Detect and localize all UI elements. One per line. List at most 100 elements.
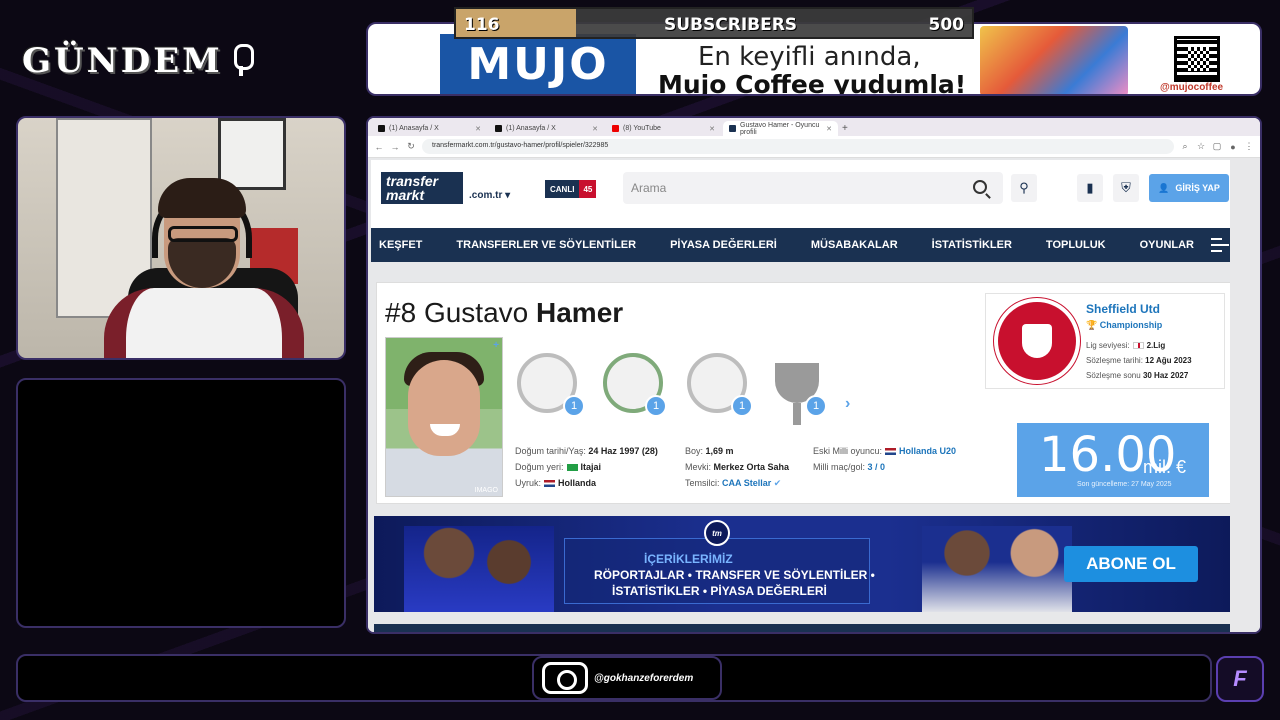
league-link[interactable]: 🏆 Championship <box>1086 320 1162 331</box>
domain-selector[interactable]: .com.tr ▾ <box>469 190 510 201</box>
club-name-link[interactable]: Sheffield Utd <box>1086 302 1160 316</box>
x-icon <box>378 125 385 132</box>
chevron-right-icon[interactable]: › <box>845 395 850 413</box>
promo-players-right <box>922 526 1072 612</box>
tab-label: (1) Anasayfa / X <box>506 125 556 132</box>
netherlands-flag-icon <box>885 448 897 456</box>
promo-banner[interactable]: tm İÇERİKLERİMİZ RÖPORTAJLAR • TRANSFER … <box>374 516 1232 612</box>
ad-tagline-1: En keyifli anında, <box>698 42 921 72</box>
show-title: GÜNDEM <box>22 41 223 81</box>
main-nav: KEŞFET TRANSFERLER VE SÖYLENTİLER PİYASA… <box>371 228 1230 262</box>
promo-heading: İÇERİKLERİMİZ <box>644 552 733 566</box>
page-footer-strip <box>374 624 1232 632</box>
channel-logo: F <box>1216 656 1264 702</box>
tab-youtube[interactable]: (8) YouTube ✕ <box>606 121 721 136</box>
contract-expires-value: 30 Haz 2027 <box>1142 371 1189 380</box>
shield-icon[interactable]: ⛨ <box>1113 174 1139 202</box>
former-intl-link[interactable]: Hollanda U20 <box>899 446 956 456</box>
search-input[interactable]: Arama <box>623 172 1003 204</box>
bookmark-icon[interactable]: ▮ <box>1077 174 1103 202</box>
joined-label: Sözleşme tarihi: <box>1086 356 1143 365</box>
close-tab-icon[interactable]: ✕ <box>475 125 481 133</box>
webcam-feed <box>16 116 346 360</box>
logo-line-2: markt <box>386 187 425 203</box>
subscriber-goal: 500 <box>928 15 965 35</box>
dob-value: 24 Haz 1997 (28) <box>588 446 658 456</box>
promo-players-left <box>404 526 554 612</box>
nav-market-values[interactable]: PİYASA DEĞERLERİ <box>653 239 794 251</box>
nav-transfers[interactable]: TRANSFERLER VE SÖYLENTİLER <box>439 239 653 251</box>
photo-credit: IMAGO <box>474 487 498 494</box>
chevron-down-icon: ▾ <box>505 190 511 201</box>
nationality-label: Uyruk: <box>515 478 542 488</box>
facts-column-3: Eski Milli oyuncu: Hollanda U20 Milli maç… <box>813 443 956 475</box>
extensions-icon[interactable]: ▢ <box>1212 141 1222 152</box>
site-header: transfer markt .com.tr ▾ CANLI 45 Arama ⚲ … <box>371 160 1230 228</box>
ad-instagram-handle: @mujocoffee <box>1160 82 1224 93</box>
live-label: CANLI <box>550 184 575 194</box>
chat-panel <box>16 378 346 628</box>
player-last-name: Hamer <box>536 297 624 328</box>
url-field[interactable]: transfermarkt.com.tr/gustavo-hamer/profi… <box>422 139 1174 154</box>
contract-expires-label: Sözleşme sonu <box>1086 371 1141 380</box>
sheffield-united-crest-icon[interactable] <box>994 298 1080 384</box>
reload-icon[interactable]: ↻ <box>406 141 416 152</box>
user-search-icon[interactable]: ⚲ <box>1011 174 1037 202</box>
tab-transfermarkt[interactable]: Gustavo Hamer - Oyuncu profili ✕ <box>723 121 838 136</box>
caps-label: Milli maç/gol: <box>813 462 866 472</box>
netherlands-flag-icon <box>544 480 556 488</box>
nav-games[interactable]: OYUNLAR <box>1123 239 1211 251</box>
profile-icon[interactable]: ● <box>1228 142 1238 152</box>
brazil-flag-icon <box>566 464 578 472</box>
close-tab-icon[interactable]: ✕ <box>826 125 832 133</box>
joined-value: 12 Ağu 2023 <box>1145 356 1192 365</box>
hamburger-menu-icon[interactable] <box>1211 238 1229 252</box>
transfermarkt-logo[interactable]: transfer markt <box>381 172 463 204</box>
player-number: #8 <box>385 297 417 328</box>
close-tab-icon[interactable]: ✕ <box>592 125 598 133</box>
trophy-count-badge: 1 <box>731 395 753 417</box>
subscribe-button[interactable]: ABONE OL <box>1064 546 1198 582</box>
transfermarkt-icon <box>729 125 736 132</box>
promo-line-1: RÖPORTAJLAR • TRANSFER VE SÖYLENTİLER • <box>594 568 875 582</box>
search-icon[interactable] <box>973 180 987 194</box>
height-value: 1,69 m <box>705 446 734 456</box>
dob-label: Doğum tarihi/Yaş: <box>515 446 586 456</box>
close-tab-icon[interactable]: ✕ <box>709 125 715 133</box>
market-value-box[interactable]: 16.00 mil. € Son güncelleme: 27 May 2025 <box>1017 423 1209 497</box>
contract-info: Lig seviyesi: 2.Lig Sözleşme tarihi: 12 A… <box>1086 338 1192 383</box>
live-scores-button[interactable]: CANLI 45 <box>545 180 597 198</box>
instagram-handle-badge: @gokhanzeforerdem <box>532 656 722 700</box>
back-icon[interactable]: ← <box>374 142 384 152</box>
facts-column-2: Boy: 1,69 m Mevki: Merkez Orta Saha Tems… <box>685 443 789 491</box>
subscriber-count: 116 <box>464 15 500 35</box>
nav-statistics[interactable]: İSTATİSTİKLER <box>915 239 1029 251</box>
user-icon: 👤 <box>1158 182 1170 193</box>
trophy-icon: 🏆 <box>1086 320 1098 330</box>
tab-x-2[interactable]: (1) Anasayfa / X ✕ <box>489 121 604 136</box>
agent-link[interactable]: CAA Stellar <box>722 478 771 488</box>
pob-value: Itajai <box>580 462 602 472</box>
instagram-icon <box>542 662 588 694</box>
trophy-count-badge: 1 <box>563 395 585 417</box>
nav-kesfet[interactable]: KEŞFET <box>371 239 439 251</box>
caps-link[interactable]: 3 / 0 <box>868 462 886 472</box>
bookmark-star-icon[interactable]: ☆ <box>1196 141 1206 152</box>
forward-icon[interactable]: → <box>390 142 400 152</box>
tab-bar: (1) Anasayfa / X ✕ (1) Anasayfa / X ✕ (8) … <box>368 118 1260 136</box>
player-photo[interactable]: + IMAGO <box>385 337 503 497</box>
plus-icon[interactable]: + <box>493 340 499 351</box>
new-tab-button[interactable]: + <box>840 121 856 136</box>
show-logo: GÜNDEM <box>22 38 342 84</box>
menu-kebab-icon[interactable]: ⋮ <box>1244 141 1254 152</box>
x-icon <box>495 125 502 132</box>
scrollbar[interactable] <box>1230 158 1260 632</box>
trophy-count-badge: 1 <box>645 395 667 417</box>
login-button[interactable]: 👤 GİRİŞ YAP <box>1149 174 1229 202</box>
zoom-icon[interactable]: ⌕ <box>1180 141 1190 152</box>
nav-community[interactable]: TOPLULUK <box>1029 239 1123 251</box>
nav-competitions[interactable]: MÜSABAKALAR <box>794 239 915 251</box>
tab-label: (8) YouTube <box>623 125 661 132</box>
cam-background-frame <box>218 118 286 190</box>
tab-x-1[interactable]: (1) Anasayfa / X ✕ <box>372 121 487 136</box>
